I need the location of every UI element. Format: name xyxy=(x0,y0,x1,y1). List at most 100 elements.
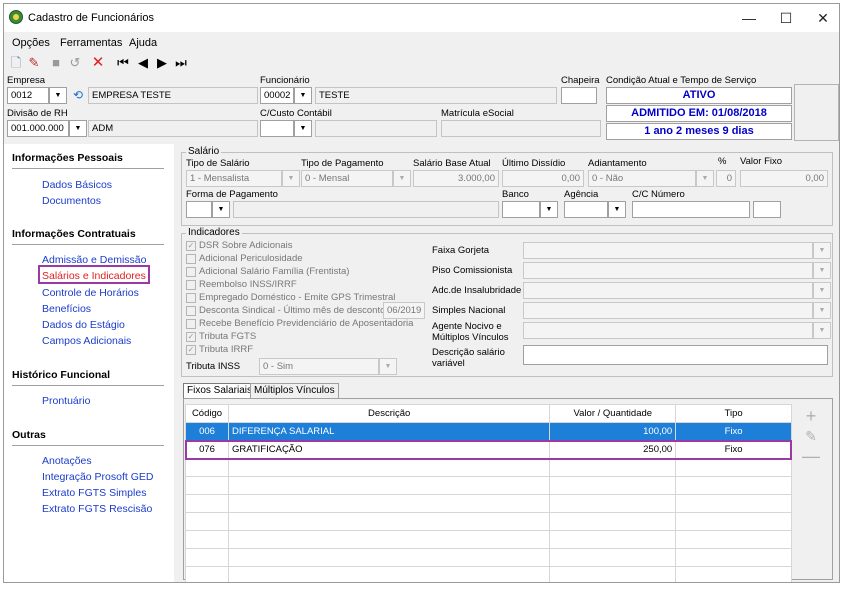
tipo-pagamento-dropdown[interactable]: ▼ xyxy=(393,170,411,187)
section-divider xyxy=(12,168,164,169)
section-informacoes-contratuais: Informações Contratuais xyxy=(12,228,136,240)
prev-icon[interactable]: ◀ xyxy=(135,55,151,71)
plus-icon[interactable]: + xyxy=(801,406,821,427)
col-tipo[interactable]: Tipo xyxy=(675,404,792,423)
empresa-name-field: EMPRESA TESTE xyxy=(88,87,258,104)
insalubridade-dropdown[interactable]: ▼ xyxy=(813,282,831,299)
forma-pagamento-field[interactable] xyxy=(186,201,212,218)
menu-ajuda[interactable]: Ajuda xyxy=(129,37,157,49)
valor-fixo-label: Valor Fixo xyxy=(740,156,783,167)
tipo-salario-field[interactable]: 1 - Mensalista xyxy=(186,170,282,187)
cc-digito-field[interactable] xyxy=(753,201,781,218)
chapeira-label: Chapeira xyxy=(561,75,600,86)
first-icon[interactable]: ⏮ xyxy=(115,55,131,71)
check-periculosidade[interactable] xyxy=(186,254,196,264)
insalubridade-field[interactable] xyxy=(523,282,813,299)
agencia-field[interactable] xyxy=(564,201,608,218)
photo-box[interactable] xyxy=(794,84,839,141)
menu-ferramentas[interactable]: Ferramentas xyxy=(60,37,122,49)
piso-comissionista-field[interactable] xyxy=(523,262,813,279)
edit-icon[interactable]: ✎ xyxy=(26,55,42,71)
tipo-pagamento-field[interactable]: 0 - Mensal xyxy=(301,170,393,187)
check-sindical[interactable] xyxy=(186,306,196,316)
menu-opcoes[interactable]: Opções xyxy=(12,37,50,49)
maximize-button[interactable]: ☐ xyxy=(772,8,800,28)
undo-icon[interactable]: ↺ xyxy=(67,55,83,71)
check-domestico[interactable] xyxy=(186,293,196,303)
check-fgts[interactable]: ✓ xyxy=(186,332,196,342)
minus-icon[interactable]: — xyxy=(801,446,821,467)
banco-dropdown[interactable]: ▼ xyxy=(540,201,558,218)
cc-numero-field[interactable] xyxy=(632,201,750,218)
tab-fixos-salariais[interactable]: Fixos Salariais xyxy=(183,383,257,398)
adiantamento-dropdown[interactable]: ▼ xyxy=(696,170,714,187)
last-icon[interactable]: ⏭ xyxy=(173,55,189,71)
minimize-button[interactable]: — xyxy=(735,8,763,28)
sidebar-item-fgts-simples[interactable]: Extrato FGTS Simples xyxy=(42,487,146,499)
funcionario-code-field[interactable]: 00002 xyxy=(260,87,294,104)
salario-base-field[interactable]: 3.000,00 xyxy=(413,170,499,187)
faixa-gorjeta-dropdown[interactable]: ▼ xyxy=(813,242,831,259)
empresa-dropdown[interactable]: ▼ xyxy=(49,87,67,104)
valor-fixo-field[interactable]: 0,00 xyxy=(740,170,828,187)
tab-multiplos-vinculos[interactable]: Múltiplos Vínculos xyxy=(250,383,339,398)
col-descricao[interactable]: Descrição xyxy=(227,404,551,423)
refresh-icon[interactable]: ⟲ xyxy=(70,87,86,103)
col-codigo[interactable]: Código xyxy=(185,404,229,423)
tributa-inss-field[interactable]: 0 - Sim xyxy=(259,358,379,375)
forma-pagamento-dropdown[interactable]: ▼ xyxy=(212,201,230,218)
sidebar-item-dados-basicos[interactable]: Dados Básicos xyxy=(42,179,112,191)
table-row[interactable]: 006 DIFERENÇA SALARIAL 100,00 Fixo xyxy=(185,422,792,441)
sidebar-item-estagio[interactable]: Dados do Estágio xyxy=(42,319,125,331)
tipo-salario-dropdown[interactable]: ▼ xyxy=(282,170,300,187)
check-reembolso[interactable] xyxy=(186,280,196,290)
tributa-inss-dropdown[interactable]: ▼ xyxy=(379,358,397,375)
check-aposentadoria-label: Recebe Benefício Previdenciário de Apose… xyxy=(199,318,414,329)
sidebar-item-documentos[interactable]: Documentos xyxy=(42,195,101,207)
check-dsr[interactable]: ✓ xyxy=(186,241,196,251)
sidebar-item-campos-adicionais[interactable]: Campos Adicionais xyxy=(42,335,131,347)
row-highlight xyxy=(185,440,792,460)
condicao-label: Condição Atual e Tempo de Serviço xyxy=(606,75,757,86)
percent-field[interactable]: 0 xyxy=(716,170,736,187)
simples-nacional-field[interactable] xyxy=(523,302,813,319)
empresa-code-field[interactable]: 0012 xyxy=(7,87,49,104)
sidebar-item-ged[interactable]: Integração Prosoft GED xyxy=(42,471,153,483)
percent-label: % xyxy=(718,156,727,167)
banco-field[interactable] xyxy=(502,201,540,218)
descricao-variavel-field[interactable] xyxy=(523,345,828,365)
adiantamento-field[interactable]: 0 - Não xyxy=(588,170,696,187)
col-valor[interactable]: Valor / Quantidade xyxy=(549,404,677,423)
sindical-date-field[interactable]: 06/2019 xyxy=(383,302,425,319)
piso-comissionista-dropdown[interactable]: ▼ xyxy=(813,262,831,279)
faixa-gorjeta-field[interactable] xyxy=(523,242,813,259)
next-icon[interactable]: ▶ xyxy=(154,55,170,71)
simples-nacional-dropdown[interactable]: ▼ xyxy=(813,302,831,319)
sidebar-item-beneficios[interactable]: Benefícios xyxy=(42,303,91,315)
funcionario-dropdown[interactable]: ▼ xyxy=(294,87,312,104)
edit-row-icon[interactable]: ✎ xyxy=(801,428,821,445)
custo-dropdown[interactable]: ▼ xyxy=(294,120,312,137)
divisao-label: Divisão de RH xyxy=(7,108,68,119)
matricula-field[interactable] xyxy=(441,120,601,137)
custo-code-field[interactable] xyxy=(260,120,294,137)
save-icon[interactable]: ■ xyxy=(48,55,64,71)
check-salario-familia[interactable] xyxy=(186,267,196,277)
agente-nocivo-field[interactable] xyxy=(523,322,813,339)
section-divider xyxy=(12,244,164,245)
divisao-dropdown[interactable]: ▼ xyxy=(69,120,87,137)
sidebar-item-fgts-rescisao[interactable]: Extrato FGTS Rescisão xyxy=(42,503,152,515)
new-icon[interactable]: 🗋 xyxy=(8,55,24,71)
sidebar-item-horarios[interactable]: Controle de Horários xyxy=(42,287,139,299)
sidebar-item-prontuario[interactable]: Prontuário xyxy=(42,395,90,407)
ultimo-dissidio-field[interactable]: 0,00 xyxy=(502,170,584,187)
sidebar-item-anotacoes[interactable]: Anotações xyxy=(42,455,92,467)
check-irrf[interactable]: ✓ xyxy=(186,345,196,355)
delete-icon[interactable]: ✕ xyxy=(90,55,106,71)
agente-nocivo-dropdown[interactable]: ▼ xyxy=(813,322,831,339)
divisao-code-field[interactable]: 001.000.000 xyxy=(7,120,69,137)
check-aposentadoria[interactable] xyxy=(186,319,196,329)
close-button[interactable]: ✕ xyxy=(809,8,837,28)
agencia-dropdown[interactable]: ▼ xyxy=(608,201,626,218)
chapeira-field[interactable] xyxy=(561,87,597,104)
